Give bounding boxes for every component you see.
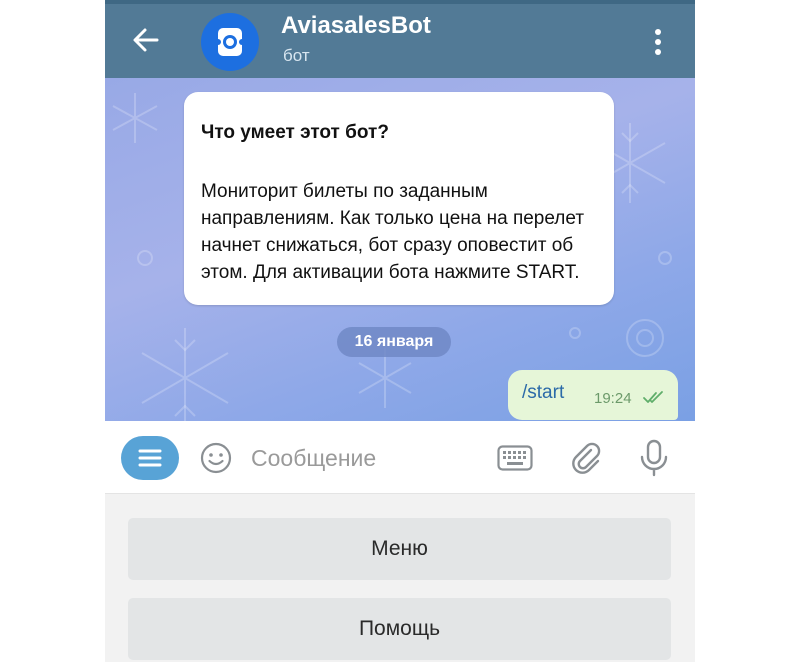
bot-intro-title: Что умеет этот бот? (201, 122, 389, 143)
message-time: 19:24 (594, 390, 632, 407)
outgoing-message: /start 19:24 (508, 370, 678, 420)
keyboard-button-menu[interactable]: Меню (128, 518, 671, 580)
microphone-icon[interactable] (638, 439, 670, 477)
start-command-link[interactable]: /start (522, 382, 564, 404)
message-input[interactable] (249, 439, 483, 477)
message-input-bar (105, 421, 695, 494)
bot-intro-message: Что умеет этот бот? Мониторит билеты по … (184, 92, 614, 305)
emoji-icon[interactable] (200, 442, 232, 474)
chat-area[interactable]: Что умеет этот бот? Мониторит билеты по … (105, 78, 695, 421)
bot-menu-button[interactable] (121, 436, 179, 480)
keyboard-button-help[interactable]: Помощь (128, 598, 671, 660)
date-separator: 16 января (337, 327, 451, 357)
ticket-logo-icon (215, 28, 245, 56)
keyboard-icon[interactable] (497, 445, 533, 471)
bot-keyboard: Меню Помощь (105, 494, 695, 662)
attach-icon[interactable] (569, 441, 603, 475)
telegram-chat-screen: AviasalesBot бот Что умеет этот бот? Мон… (105, 0, 695, 662)
bot-intro-text: Мониторит билеты по заданным направления… (201, 181, 585, 283)
read-receipt-icon (643, 391, 663, 403)
bot-avatar[interactable] (201, 13, 259, 71)
chat-header: AviasalesBot бот (105, 0, 695, 78)
chat-title[interactable]: AviasalesBot (281, 12, 431, 40)
chat-subtitle: бот (283, 46, 310, 65)
back-arrow-icon[interactable] (129, 23, 163, 57)
more-options-icon[interactable] (643, 22, 673, 62)
hamburger-icon (138, 449, 162, 467)
